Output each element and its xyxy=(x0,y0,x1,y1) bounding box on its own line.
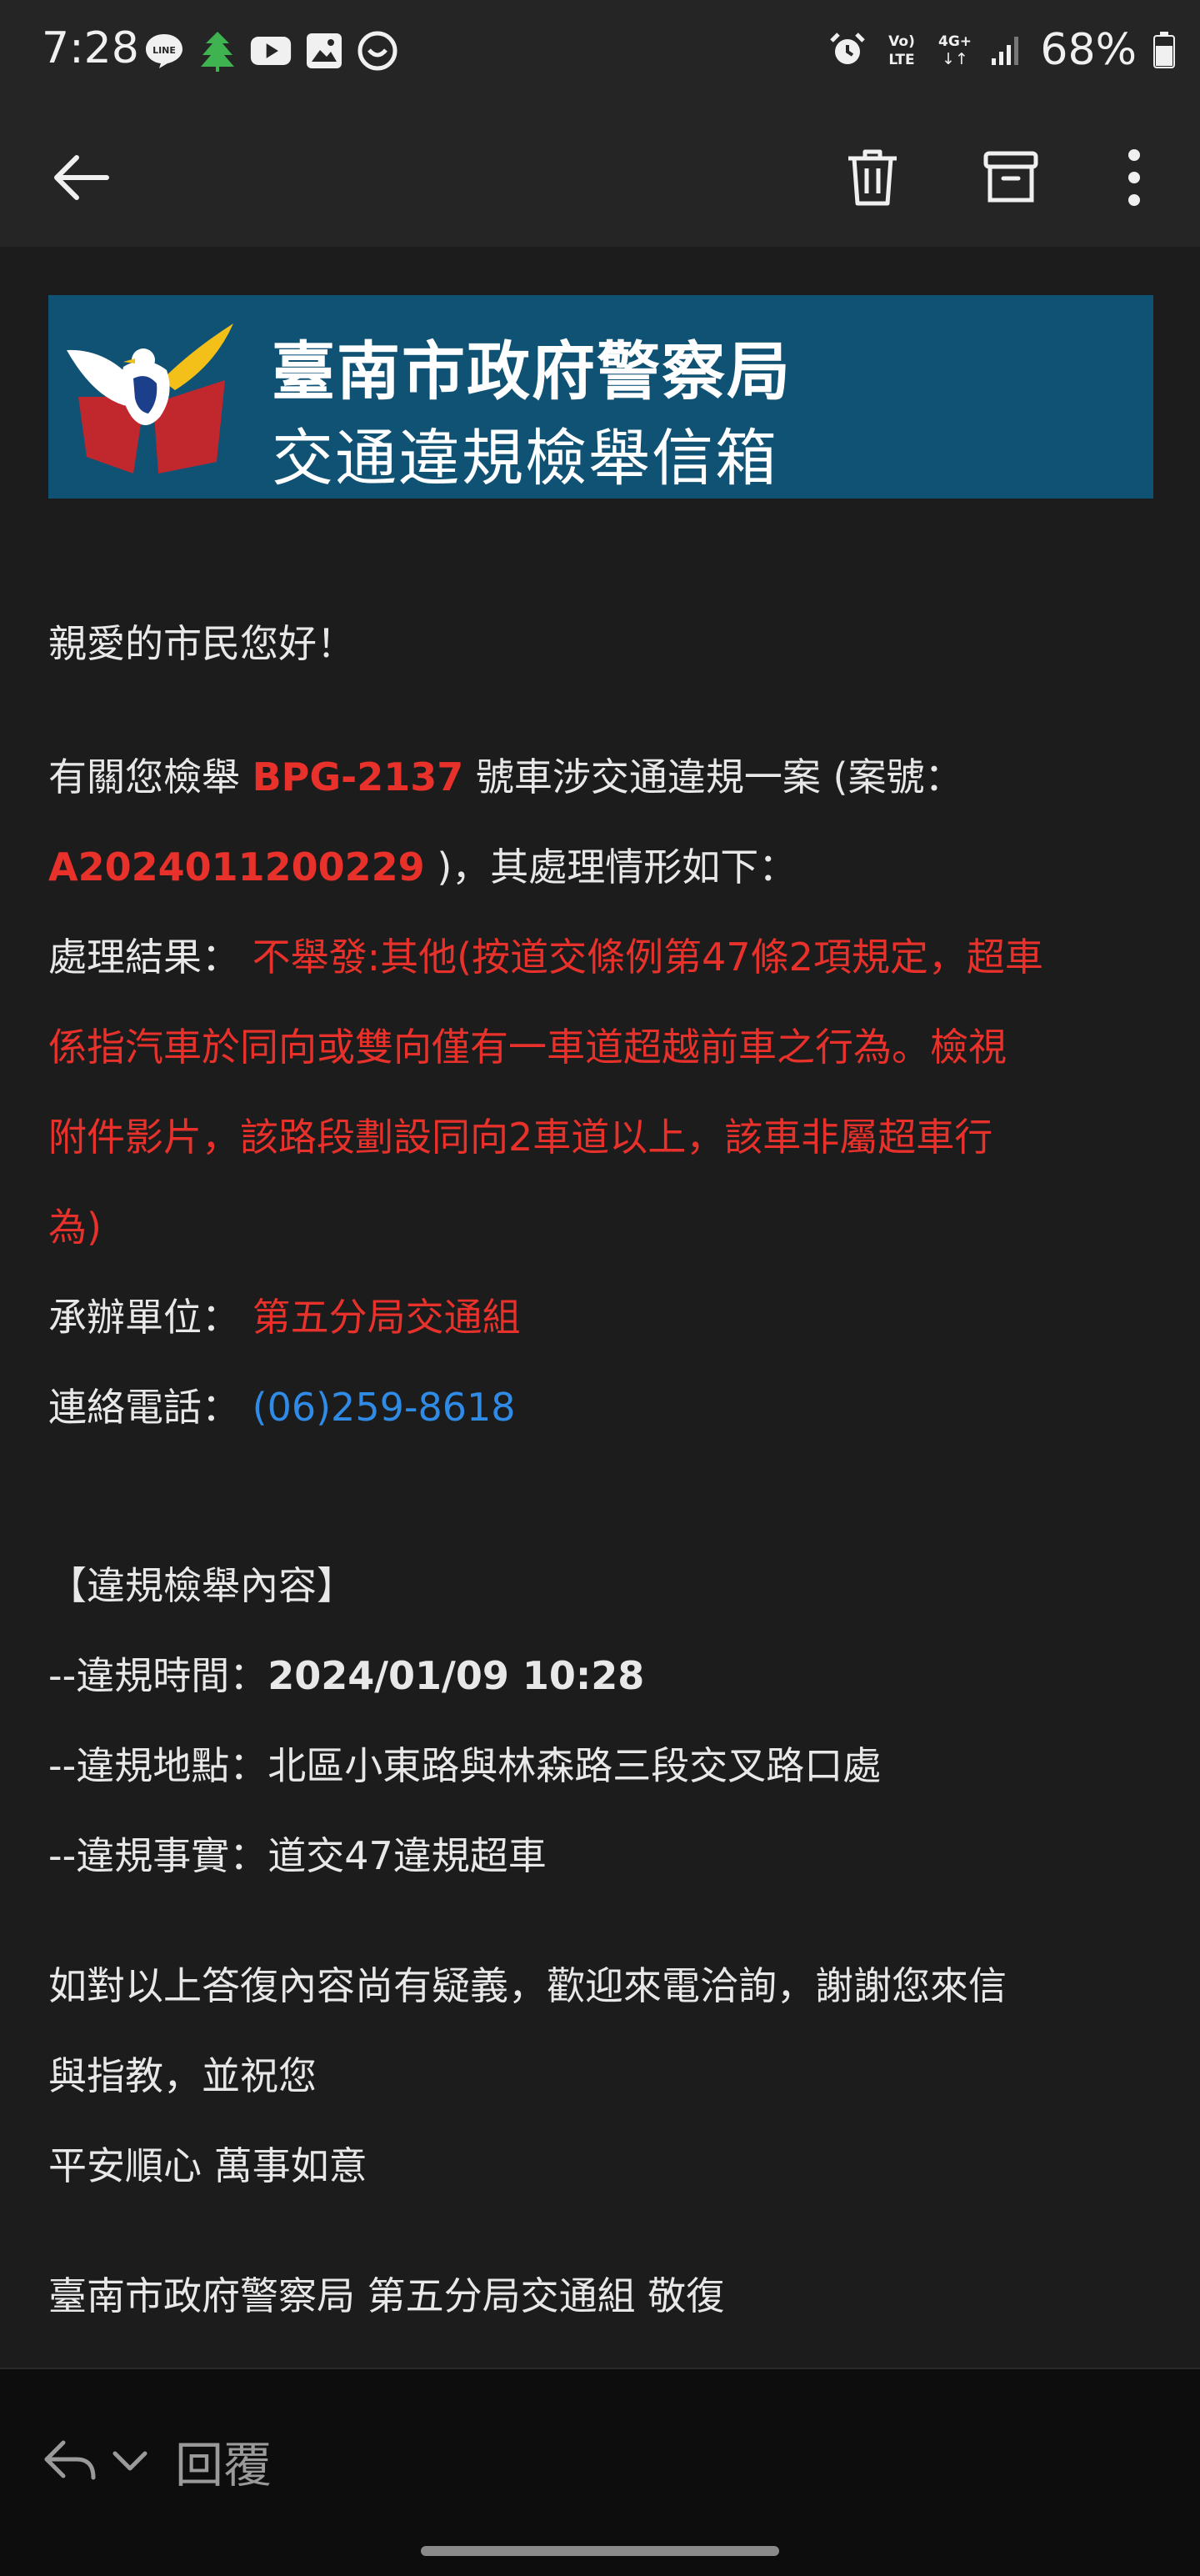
plate-number: BPG-2137 xyxy=(252,754,464,799)
reply-icon xyxy=(44,2440,96,2480)
police-banner: 臺南市政府警察局 交通違規檢舉信箱 xyxy=(48,295,1153,499)
reply-bar: 回覆 xyxy=(0,2368,1200,2576)
status-time: 7:28 xyxy=(42,23,139,73)
4g-icon: 4G+↓↑ xyxy=(938,33,972,68)
archive-button[interactable] xyxy=(973,140,1048,215)
delete-button[interactable] xyxy=(835,140,910,215)
delete-icon xyxy=(848,149,897,206)
reply-label: 回覆 xyxy=(175,2437,272,2493)
closing-line-3: 平安順心 萬事如意 xyxy=(48,2143,368,2188)
intro-prefix: 有關您檢舉 xyxy=(48,754,252,799)
youtube-icon xyxy=(250,30,292,72)
violation-time-line: --違規時間：2024/01/09 10:28 xyxy=(48,1646,644,1701)
result-line-3: 附件影片，該路段劃設同向2車道以上，該車非屬超車行 xyxy=(48,1115,993,1160)
closing-line-2: 與指教，並祝您 xyxy=(48,2053,317,2098)
back-arrow-icon xyxy=(54,155,109,200)
violation-fact-label: --違規事實： xyxy=(48,1833,268,1878)
result-line-2: 係指汽車於同向或雙向僅有一車道超越前車之行為。檢視 xyxy=(48,1025,1007,1070)
home-indicator[interactable] xyxy=(421,2546,779,2556)
phone-link[interactable]: (06)259-8618 xyxy=(252,1385,516,1430)
chat-icon xyxy=(357,30,398,72)
line-icon: LINE xyxy=(143,30,185,72)
alarm-icon xyxy=(830,33,866,64)
system-icons: Vo) LTE 4G+ ↓↑ 68% xyxy=(828,25,1175,75)
result-label: 處理結果： xyxy=(48,935,252,980)
result-line-4: 為) xyxy=(48,1205,102,1250)
unit-label: 承辦單位： xyxy=(48,1295,252,1340)
closing-line-1: 如對以上答復內容尚有疑義，歡迎來電洽詢，謝謝您來信 xyxy=(48,1963,1007,2008)
archive-icon xyxy=(983,151,1038,203)
reply-button[interactable]: 回覆 xyxy=(42,2426,272,2496)
case-intro-line: 有關您檢舉 BPG-2137 號車涉交通違規一案 (案號： xyxy=(48,747,962,802)
intro-suffix: 號車涉交通違規一案 (案號： xyxy=(463,754,963,799)
section-title: 【違規檢舉內容】 xyxy=(48,1563,355,1608)
volte-bottom-label: LTE xyxy=(889,52,915,68)
case-number-line: A2024011200229 )，其處理情形如下： xyxy=(48,837,797,892)
case-number: A2024011200229 xyxy=(48,844,425,890)
more-options-icon xyxy=(1128,149,1140,206)
police-logo xyxy=(67,323,233,474)
unit-value: 第五分局交通組 xyxy=(252,1295,521,1340)
violation-time-label: --違規時間： xyxy=(48,1653,268,1698)
fourg-top-label: 4G+ xyxy=(938,33,972,50)
violation-place-label: --違規地點： xyxy=(48,1743,268,1788)
email-toolbar xyxy=(0,108,1200,247)
leaf-app-icon xyxy=(197,30,238,72)
battery-icon xyxy=(1153,32,1175,68)
email-body: 臺南市政府警察局 交通違規檢舉信箱 親愛的市民您好！ 有關您檢舉 BPG-213… xyxy=(0,247,1200,2368)
gallery-icon xyxy=(303,30,345,72)
notification-icons: LINE xyxy=(143,30,398,72)
violation-fact-value: 道交47違規超車 xyxy=(268,1833,547,1878)
banner-title: 臺南市政府警察局 xyxy=(272,334,792,408)
greeting: 親愛的市民您好！ xyxy=(48,621,355,666)
signature: 臺南市政府警察局 第五分局交通組 敬復 xyxy=(48,2273,725,2318)
result-line-1: 處理結果： 不舉發:其他(按道交條例第47條2項規定，超車 xyxy=(48,927,1043,982)
banner-subtitle: 交通違規檢舉信箱 xyxy=(272,423,778,494)
status-bar: 7:28 LINE Vo) LTE 4G+ ↓↑ 68% xyxy=(0,0,1200,108)
back-button[interactable] xyxy=(43,140,118,215)
volte-icon: Vo) LTE xyxy=(889,33,916,68)
violation-time-value: 2024/01/09 10:28 xyxy=(268,1653,645,1698)
battery-percent: 68% xyxy=(1040,25,1137,75)
case-suffix: )，其處理情形如下： xyxy=(424,844,798,890)
svg-text:LINE: LINE xyxy=(152,45,176,56)
volte-top-label: Vo) xyxy=(889,33,916,50)
violation-place-value: 北區小東路與林森路三段交叉路口處 xyxy=(268,1743,882,1788)
result-text: 不舉發:其他(按道交條例第47條2項規定，超車 xyxy=(252,935,1043,980)
unit-line: 承辦單位： 第五分局交通組 xyxy=(48,1287,521,1342)
phone-line: 連絡電話： (06)259-8618 xyxy=(48,1377,516,1432)
phone-label: 連絡電話： xyxy=(48,1385,252,1430)
chevron-down-icon[interactable] xyxy=(112,2448,148,2473)
violation-place-line: --違規地點：北區小東路與林森路三段交叉路口處 xyxy=(48,1736,881,1791)
signal-icon xyxy=(992,37,1019,65)
fourg-bottom-label: ↓↑ xyxy=(942,50,969,68)
more-options-button[interactable] xyxy=(1097,140,1172,215)
violation-fact-line: --違規事實：道交47違規超車 xyxy=(48,1826,547,1881)
